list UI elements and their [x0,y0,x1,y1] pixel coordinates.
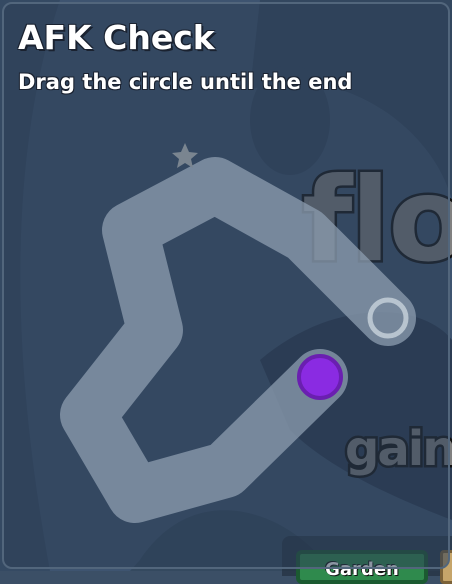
drag-handle[interactable] [297,354,343,400]
dialog-title: AFK Check [18,18,215,57]
drag-path [60,157,416,523]
dialog-subtitle: Drag the circle until the end [18,70,353,94]
star-icon [172,143,198,168]
